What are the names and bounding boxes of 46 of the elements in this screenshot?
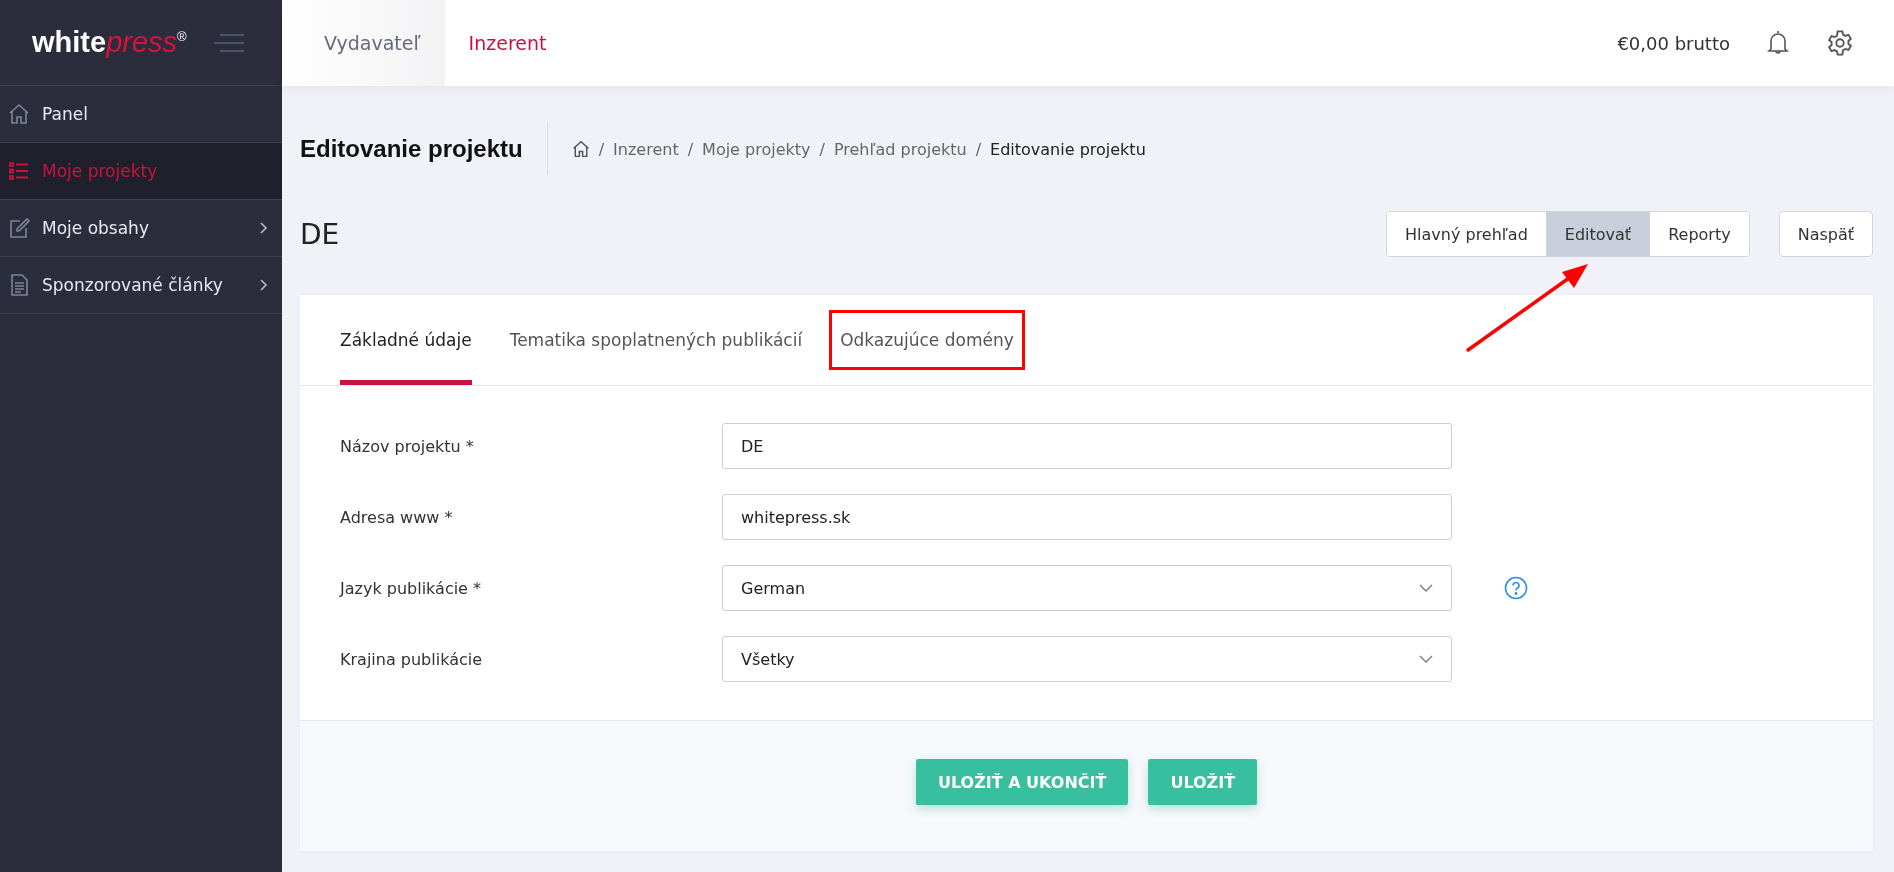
form-tab[interactable]: Odkazujúce domény	[832, 313, 1022, 367]
help-icon[interactable]	[1504, 576, 1528, 600]
form-tab[interactable]: Základné údaje	[340, 295, 472, 385]
chevron-right-icon	[260, 222, 268, 234]
text-input[interactable]: whitepress.sk	[722, 494, 1452, 540]
top-tab[interactable]: Vydavateľ	[282, 0, 445, 86]
balance-text: €0,00 brutto	[1617, 32, 1730, 54]
home-icon	[8, 103, 30, 125]
sidebar-item[interactable]: Sponzorované články	[0, 257, 282, 314]
page-title: Editovanie projektu	[300, 123, 548, 175]
document-icon	[8, 274, 30, 296]
sidebar-label: Panel	[42, 104, 89, 124]
breadcrumb-separator: /	[819, 139, 825, 159]
view-button[interactable]: Reporty	[1649, 212, 1749, 256]
sidebar-item[interactable]: Moje obsahy	[0, 200, 282, 257]
select-field[interactable]: German	[722, 565, 1452, 611]
settings-icon[interactable]	[1826, 29, 1854, 57]
chevron-down-icon	[1419, 584, 1433, 592]
breadcrumb-separator: /	[975, 139, 982, 159]
chevron-right-icon	[260, 279, 268, 291]
list-icon	[8, 160, 30, 182]
breadcrumb-separator: /	[687, 139, 694, 159]
view-button[interactable]: Editovať	[1545, 212, 1650, 256]
form-tab[interactable]: Tematika spoplatnených publikácií	[509, 295, 803, 385]
back-button[interactable]: Naspäť	[1778, 211, 1873, 257]
field-label: Názov projektu *	[340, 436, 475, 456]
field-label: Adresa www *	[340, 507, 454, 527]
breadcrumb-link[interactable]: Moje projekty	[702, 139, 811, 159]
field-label: Krajina publikácie	[340, 649, 483, 669]
project-name: DE	[300, 217, 340, 251]
edit-icon	[8, 217, 30, 239]
breadcrumb-current: Editovanie projektu	[990, 139, 1146, 159]
breadcrumb-separator: /	[598, 139, 605, 159]
sidebar-label: Moje projekty	[42, 161, 159, 181]
chevron-down-icon	[1419, 655, 1433, 663]
home-icon[interactable]	[571, 140, 590, 158]
field-label: Jazyk publikácie *	[340, 578, 483, 598]
sidebar-label: Moje obsahy	[42, 218, 150, 238]
top-tab[interactable]: Inzerent	[444, 0, 571, 86]
bell-icon[interactable]	[1766, 29, 1790, 57]
breadcrumb-link[interactable]: Prehľad projektu	[833, 139, 967, 159]
text-input[interactable]: DE	[722, 423, 1452, 469]
select-field[interactable]: Všetky	[722, 636, 1452, 682]
breadcrumb-link[interactable]: Inzerent	[613, 139, 679, 159]
logo: whitepress$^{®}$	[32, 26, 187, 59]
sidebar-label: Sponzorované články	[42, 275, 224, 295]
